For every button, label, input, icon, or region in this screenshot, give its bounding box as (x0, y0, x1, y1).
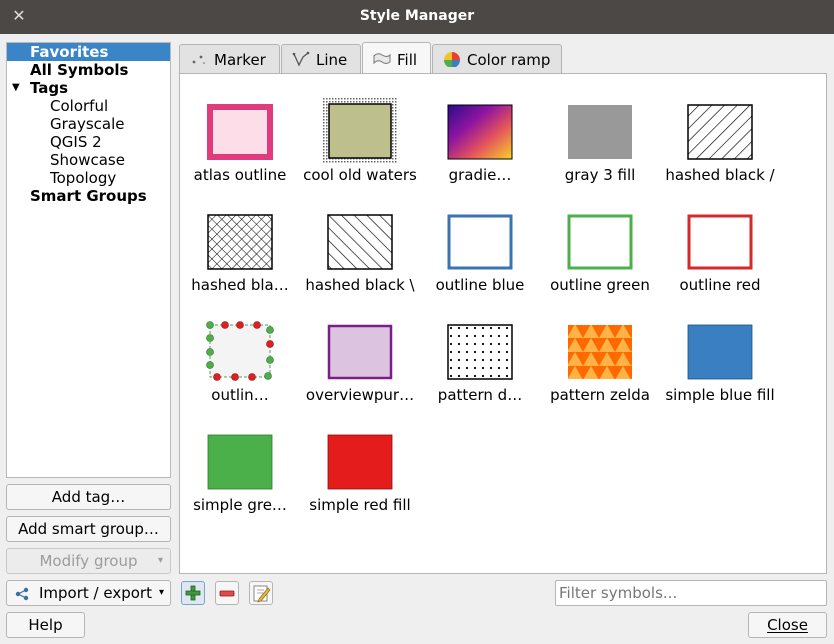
expand-arrow-icon[interactable]: ▼ (12, 79, 20, 97)
symbol-item[interactable]: hashed bla… (180, 198, 300, 308)
symbol-label: outline green (550, 276, 650, 294)
tab-label: Line (316, 51, 348, 69)
symbol-preview-simple-blue-fill (687, 324, 753, 380)
tab-label: Marker (214, 51, 266, 69)
symbol-preview-hashed-black-forward (687, 104, 753, 160)
marker-icon (192, 55, 205, 64)
symbol-label: outlin… (211, 386, 269, 404)
symbol-label: gradie… (448, 166, 512, 184)
symbol-preview-simple-red-fill (327, 434, 393, 490)
modify-group-label: Modify group (39, 552, 138, 570)
symbol-label: pattern d… (437, 386, 523, 404)
symbol-preview-pattern-dots (447, 324, 513, 380)
line-icon (292, 51, 310, 67)
symbol-label: outline red (679, 276, 761, 294)
tree-item-label: QGIS 2 (50, 133, 102, 151)
symbol-label: hashed bla… (191, 276, 289, 294)
symbol-preview-outline-red (687, 214, 753, 270)
add-symbol-button[interactable] (181, 581, 205, 605)
symbol-item[interactable]: hashed black / (660, 88, 780, 198)
import-export-button[interactable]: Import / export ▾ (6, 580, 171, 606)
symbol-label: outline blue (435, 276, 525, 294)
tree-item-label: Showcase (50, 151, 125, 169)
symbol-preview-hashed-black-cross (207, 214, 273, 270)
plus-icon (185, 585, 201, 601)
symbol-preview-hashed-black-back (327, 214, 393, 270)
tree-item-label: Colorful (50, 97, 109, 115)
tree-item-label: Favorites (30, 43, 109, 61)
dropdown-arrow-icon: ▾ (158, 587, 164, 598)
symbol-label: overviewpur… (305, 386, 415, 404)
tab-color-ramp[interactable]: Color ramp (432, 44, 562, 73)
help-button[interactable]: Help (6, 612, 85, 638)
symbol-preview-atlas-outline (207, 104, 273, 160)
share-icon (15, 587, 29, 601)
tree-item-label: Tags (30, 79, 69, 97)
edit-pencil-icon (253, 585, 271, 603)
symbol-item[interactable]: outlin… (180, 308, 300, 418)
tree-item-tags[interactable]: ▼ Tags (7, 79, 167, 97)
group-tree[interactable]: Favorites All Symbols ▼ Tags Colorful Gr… (6, 42, 171, 478)
symbol-preview-outline-green (567, 214, 633, 270)
symbol-label: hashed black / (665, 166, 775, 184)
edit-symbol-button[interactable] (249, 581, 273, 605)
symbol-label: gray 3 fill (564, 166, 636, 184)
symbol-item[interactable]: hashed black \ (300, 198, 420, 308)
minus-icon (219, 590, 235, 597)
symbol-label: simple red fill (309, 496, 411, 514)
symbol-preview-gray-3-fill (568, 105, 632, 159)
tab-marker[interactable]: Marker (179, 44, 280, 73)
tree-item-label: Smart Groups (30, 187, 147, 205)
tree-item-favorites[interactable]: Favorites (7, 43, 170, 61)
symbol-item[interactable]: outline blue (420, 198, 540, 308)
symbol-item[interactable]: cool old waters (300, 88, 420, 198)
window-title: Style Manager (359, 8, 475, 24)
tab-fill[interactable]: Fill (362, 42, 431, 74)
symbol-preview-cool-old-waters (323, 98, 397, 164)
close-button[interactable]: Close (748, 612, 827, 638)
symbol-label: pattern zelda (550, 386, 650, 404)
symbol-item[interactable]: pattern d… (420, 308, 540, 418)
symbol-item[interactable]: simple blue fill (660, 308, 780, 418)
symbol-item[interactable]: atlas outline (180, 88, 300, 198)
color-ramp-icon (444, 52, 460, 67)
filter-placeholder: Filter symbols... (559, 584, 678, 602)
symbol-item[interactable]: gray 3 fill (540, 88, 660, 198)
tab-line[interactable]: Line (281, 44, 361, 73)
symbol-preview-pattern-zelda (568, 325, 632, 379)
remove-symbol-button[interactable] (215, 581, 239, 605)
symbol-list[interactable]: atlas outline cool old waters gradie… gr… (179, 73, 827, 574)
symbol-item[interactable]: simple gre… (180, 418, 300, 528)
symbol-label: simple gre… (193, 496, 287, 514)
symbol-item[interactable]: outline green (540, 198, 660, 308)
tab-label: Color ramp (467, 51, 551, 69)
symbol-item[interactable]: simple red fill (300, 418, 420, 528)
close-button-label: Close (767, 616, 808, 634)
symbol-label: cool old waters (303, 166, 417, 184)
symbol-preview-outline-blue (447, 214, 513, 270)
symbol-preview-overview-purple (327, 324, 393, 380)
import-export-label: Import / export (39, 584, 152, 602)
add-tag-button[interactable]: Add tag… (6, 484, 171, 510)
symbol-label: simple blue fill (665, 386, 775, 404)
symbol-item[interactable]: overviewpur… (300, 308, 420, 418)
symbol-preview-simple-green-fill (207, 434, 273, 490)
symbol-preview-gradient (447, 104, 513, 160)
dropdown-arrow-icon: ▾ (157, 555, 163, 566)
tree-item-label: Grayscale (50, 115, 125, 133)
filter-symbols-input[interactable]: Filter symbols... (555, 580, 827, 606)
tab-label: Fill (397, 51, 418, 69)
symbol-preview-outline-dots (206, 321, 274, 381)
symbol-label: atlas outline (193, 166, 287, 184)
title-bar: ✕ Style Manager (0, 0, 834, 34)
modify-group-button[interactable]: Modify group ▾ (6, 548, 171, 574)
fill-icon (373, 53, 391, 65)
symbol-item[interactable]: pattern zelda (540, 308, 660, 418)
add-smart-group-button[interactable]: Add smart group… (6, 516, 171, 542)
symbol-label: hashed black \ (305, 276, 415, 294)
symbol-item[interactable]: outline red (660, 198, 780, 308)
tree-item-label: Topology (50, 169, 117, 187)
tree-item-label: All Symbols (30, 61, 129, 79)
symbol-item[interactable]: gradie… (420, 88, 540, 198)
